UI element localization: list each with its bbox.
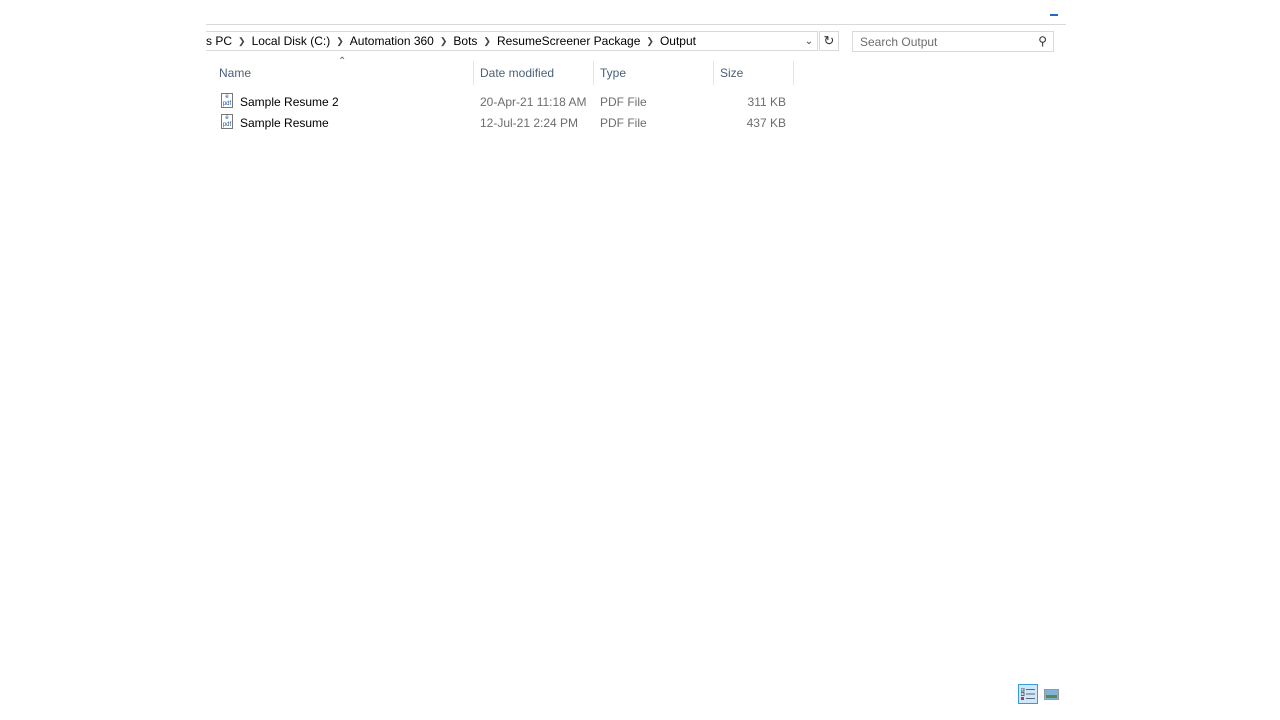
chevron-down-icon: ⌄ xyxy=(804,35,814,47)
column-header-size[interactable]: Size xyxy=(714,61,794,85)
large-icons-view-icon xyxy=(1043,688,1059,700)
file-row[interactable]: e pdf Sample Resume 2 20-Apr-21 11:18 AM … xyxy=(218,92,798,112)
chevron-right-icon[interactable]: ❯ xyxy=(236,36,248,47)
column-header-date-modified[interactable]: Date modified xyxy=(474,61,594,85)
column-header-label: Name xyxy=(219,66,252,80)
chevron-right-icon[interactable]: ❯ xyxy=(644,36,656,47)
file-row[interactable]: e pdf Sample Resume 12-Jul-21 2:24 PM PDF… xyxy=(218,113,798,133)
search-input[interactable]: Search Output ⚲ xyxy=(852,31,1054,52)
column-header-label: Type xyxy=(600,66,627,80)
ribbon-expand-indicator[interactable] xyxy=(1050,14,1058,16)
pdf-file-icon: e pdf xyxy=(221,93,233,108)
chevron-right-icon[interactable]: ❯ xyxy=(481,36,493,47)
address-history-dropdown[interactable]: ⌄ xyxy=(800,31,818,51)
file-size: 311 KB xyxy=(747,95,786,109)
large-icons-view-button[interactable] xyxy=(1041,684,1061,704)
chevron-right-icon[interactable]: ❯ xyxy=(334,36,346,47)
file-name: Sample Resume 2 xyxy=(240,95,339,109)
chevron-right-icon[interactable]: ❯ xyxy=(438,36,450,47)
column-header-type[interactable]: Type xyxy=(594,61,714,85)
details-view-button[interactable] xyxy=(1018,684,1038,704)
details-view-icon xyxy=(1021,688,1035,700)
file-type: PDF File xyxy=(600,116,647,130)
address-bar[interactable]: s PC ❯ Local Disk (C:) ❯ Automation 360 ❯ B… xyxy=(206,31,818,51)
breadcrumb-resumescreener-package[interactable]: ResumeScreener Package xyxy=(493,34,644,48)
column-header-name[interactable]: Name xyxy=(213,61,474,85)
refresh-icon: ↻ xyxy=(823,33,835,48)
breadcrumb-output[interactable]: Output xyxy=(656,34,700,48)
file-name: Sample Resume xyxy=(240,116,329,130)
breadcrumb-local-disk[interactable]: Local Disk (C:) xyxy=(248,34,335,48)
search-placeholder: Search Output xyxy=(860,34,938,49)
file-size: 437 KB xyxy=(746,116,786,130)
divider xyxy=(206,24,1066,25)
file-type: PDF File xyxy=(600,95,647,109)
file-date: 12-Jul-21 2:24 PM xyxy=(480,116,579,130)
file-date: 20-Apr-21 11:18 AM xyxy=(480,95,587,109)
breadcrumb-bots[interactable]: Bots xyxy=(449,34,481,48)
breadcrumb-automation-360[interactable]: Automation 360 xyxy=(346,34,438,48)
column-header-label: Date modified xyxy=(480,66,555,80)
search-icon[interactable]: ⚲ xyxy=(1038,34,1047,48)
column-header-label: Size xyxy=(720,66,744,80)
refresh-button[interactable]: ↻ xyxy=(819,31,839,51)
breadcrumb-this-pc[interactable]: s PC xyxy=(206,34,236,48)
pdf-file-icon: e pdf xyxy=(221,114,233,129)
